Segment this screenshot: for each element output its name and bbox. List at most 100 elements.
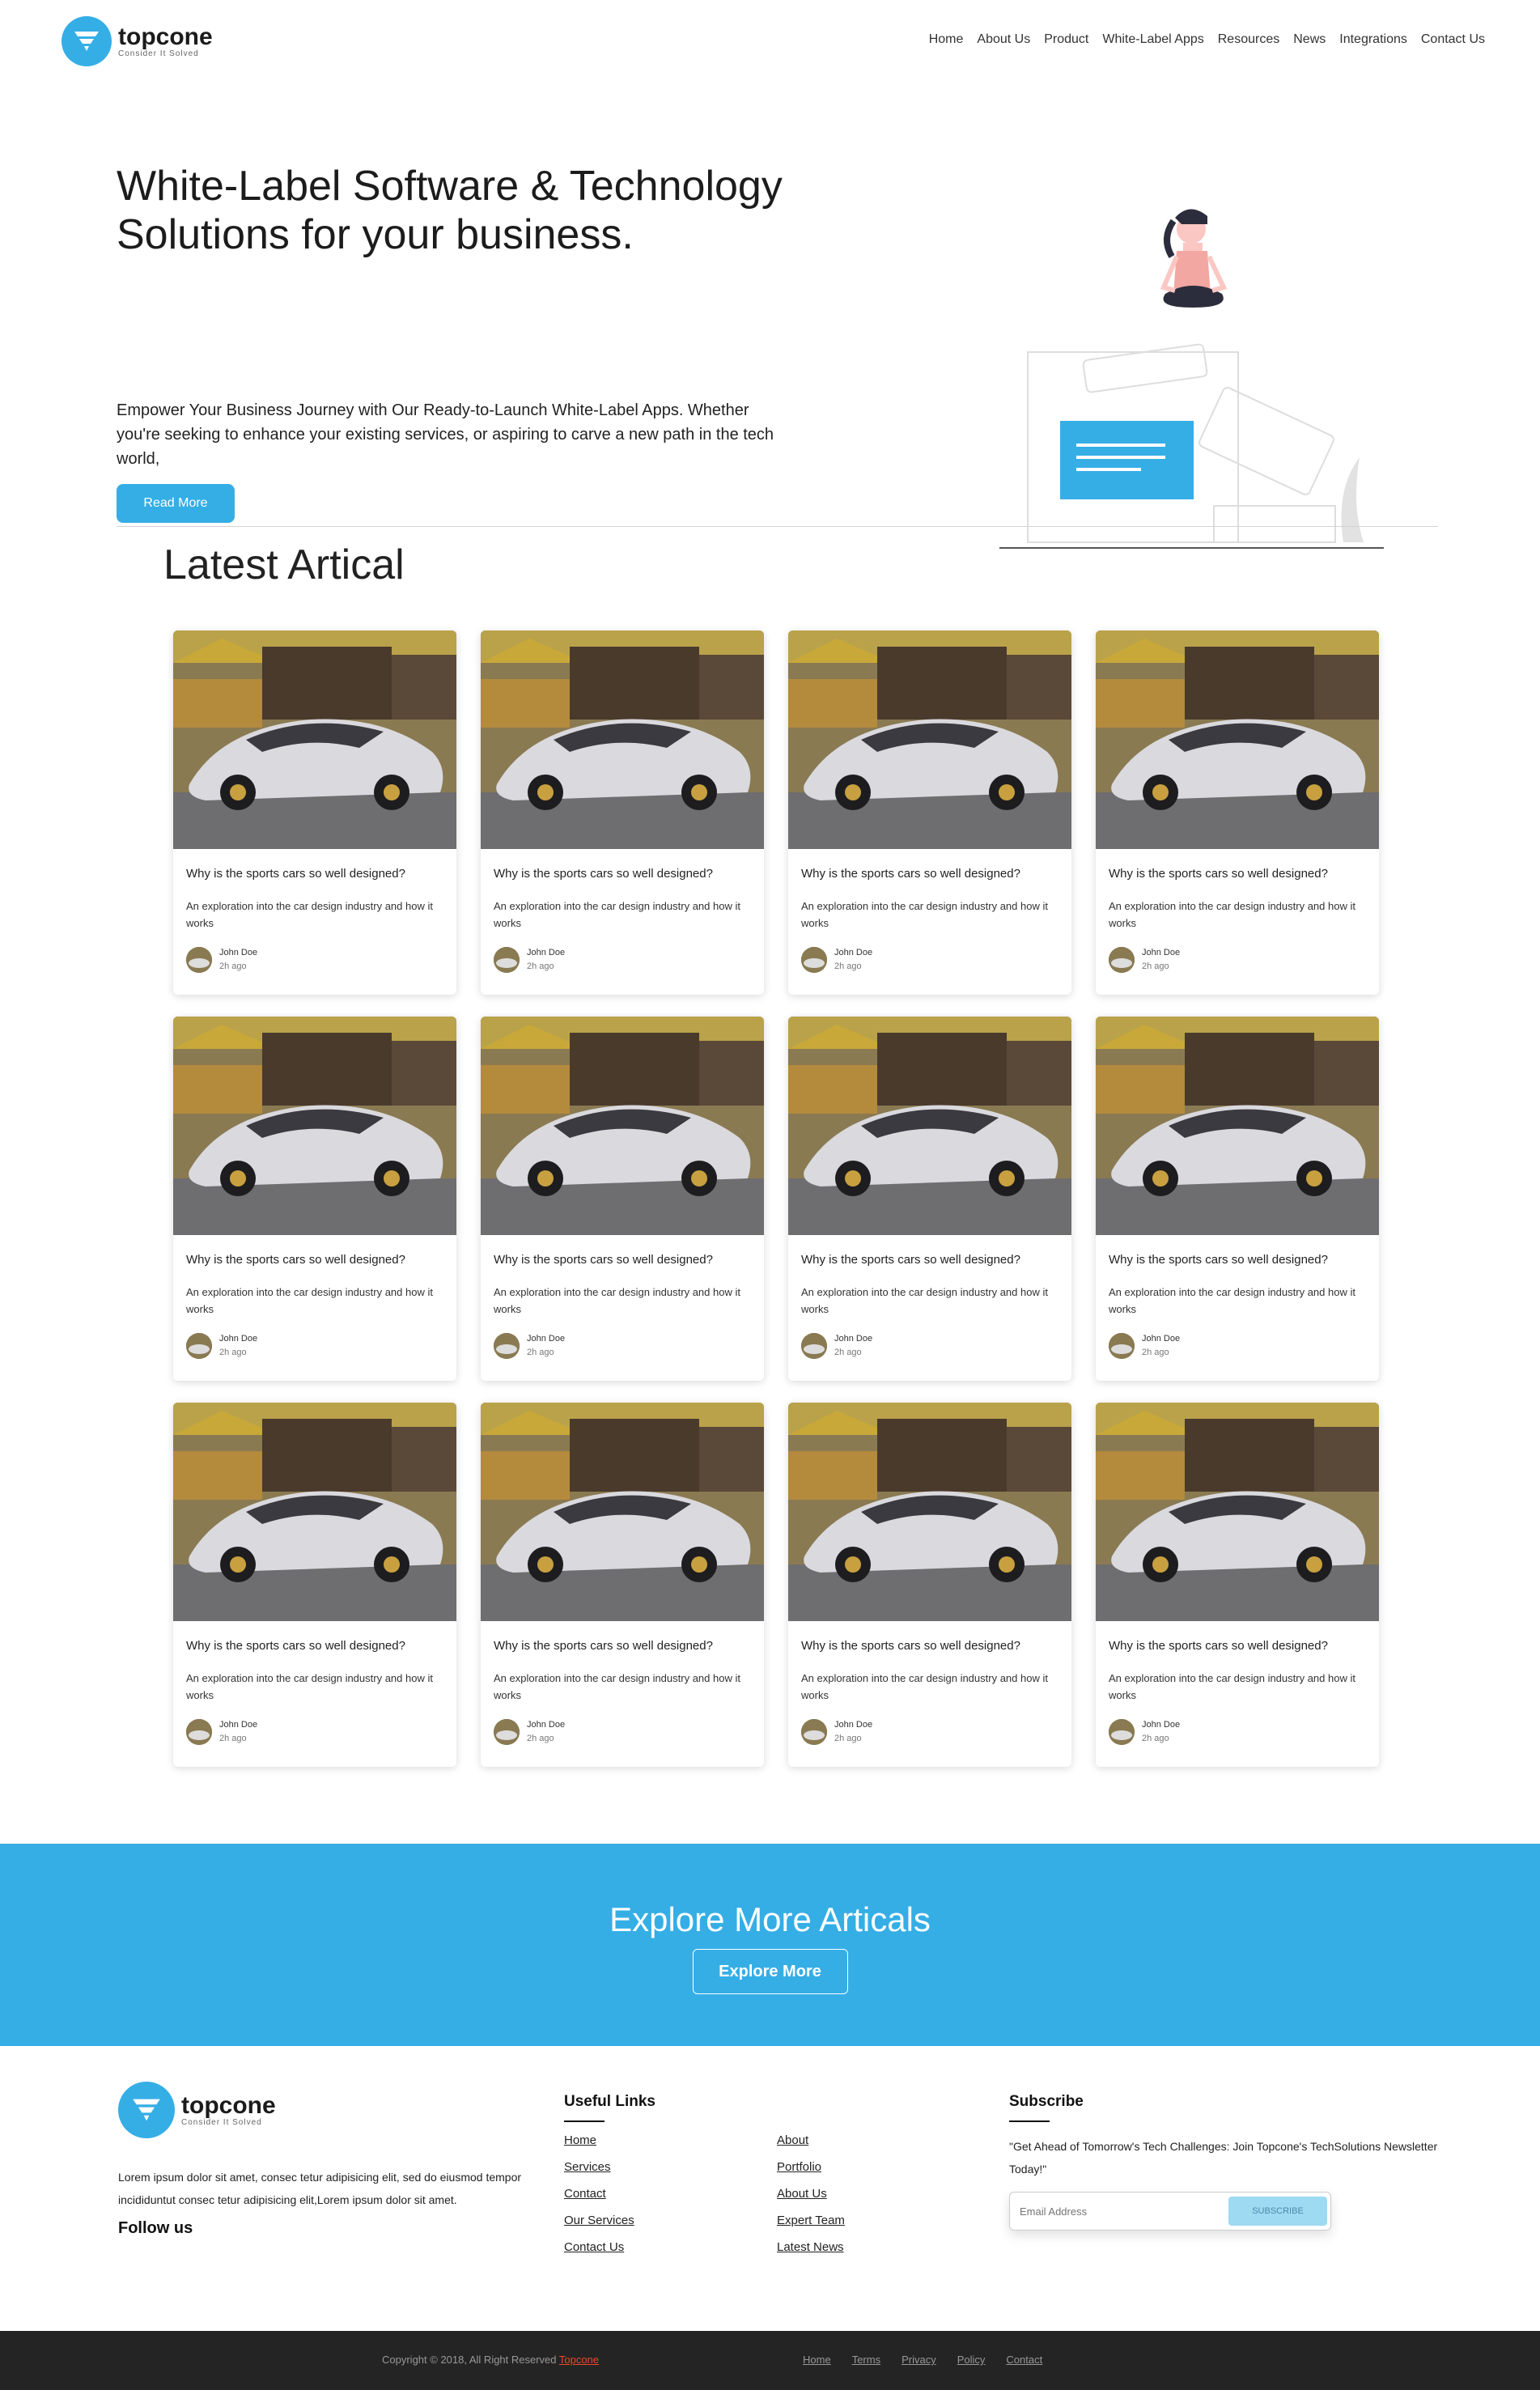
article-card[interactable]: Why is the sports cars so well designed?…: [481, 1017, 764, 1381]
article-title[interactable]: Why is the sports cars so well designed?: [494, 867, 713, 881]
footer-link-our-services[interactable]: Our Services: [564, 2214, 634, 2227]
article-grid: Why is the sports cars so well designed?…: [173, 630, 1379, 1767]
avatar: [186, 1719, 212, 1745]
brand-tagline: Consider It Solved: [118, 49, 199, 58]
bottom-link-policy[interactable]: Policy: [957, 2354, 986, 2366]
article-image[interactable]: [788, 630, 1071, 849]
article-title[interactable]: Why is the sports cars so well designed?: [186, 867, 405, 881]
article-card[interactable]: Why is the sports cars so well designed?…: [173, 1017, 456, 1381]
logo-icon: [118, 2082, 175, 2138]
useful-links-col-2: About Portfolio About Us Expert Team Lat…: [777, 2133, 845, 2254]
article-title[interactable]: Why is the sports cars so well designed?: [1109, 1253, 1328, 1267]
article-title[interactable]: Why is the sports cars so well designed?: [494, 1639, 713, 1653]
explore-more-button[interactable]: Explore More: [692, 1949, 848, 1994]
nav-integrations[interactable]: Integrations: [1339, 32, 1407, 47]
article-card[interactable]: Why is the sports cars so well designed?…: [788, 630, 1071, 995]
article-title[interactable]: Why is the sports cars so well designed?: [1109, 867, 1328, 881]
post-time: 2h ago: [527, 1348, 554, 1357]
site-logo[interactable]: topcone Consider It Solved: [62, 16, 213, 66]
article-description: An exploration into the car design indus…: [186, 1286, 433, 1315]
footer-link-services[interactable]: Services: [564, 2160, 634, 2174]
article-card[interactable]: Why is the sports cars so well designed?…: [1096, 630, 1379, 995]
avatar: [186, 947, 212, 973]
nav-contact-us[interactable]: Contact Us: [1421, 32, 1485, 47]
email-input[interactable]: [1020, 2202, 1222, 2220]
avatar: [494, 947, 520, 973]
article-image[interactable]: [173, 1017, 456, 1235]
article-card[interactable]: Why is the sports cars so well designed?…: [788, 1403, 1071, 1767]
article-title[interactable]: Why is the sports cars so well designed?: [801, 1639, 1020, 1653]
avatar: [1109, 1333, 1135, 1359]
article-image[interactable]: [788, 1403, 1071, 1621]
article-image[interactable]: [481, 630, 764, 849]
footer-logo[interactable]: topcone Consider It Solved: [118, 2082, 276, 2138]
footer-brand-name: topcone: [181, 2091, 276, 2119]
hero-title: White-Label Software & Technology Soluti…: [117, 163, 783, 258]
bottom-link-contact[interactable]: Contact: [1006, 2354, 1042, 2366]
site-header: topcone Consider It Solved Home About Us…: [0, 0, 1540, 81]
article-card[interactable]: Why is the sports cars so well designed?…: [481, 630, 764, 995]
article-description: An exploration into the car design indus…: [494, 1672, 740, 1701]
copyright-brand-link[interactable]: Topcone: [559, 2354, 599, 2366]
section-divider: [117, 526, 1438, 527]
article-card[interactable]: Why is the sports cars so well designed?…: [173, 1403, 456, 1767]
author-name: John Doe: [1142, 948, 1181, 957]
article-image[interactable]: [173, 1403, 456, 1621]
footer-link-about-us[interactable]: About Us: [777, 2187, 845, 2201]
article-title[interactable]: Why is the sports cars so well designed?: [1109, 1639, 1328, 1653]
article-title[interactable]: Why is the sports cars so well designed?: [186, 1639, 405, 1653]
article-image[interactable]: [1096, 630, 1379, 849]
footer-brand-tagline: Consider It Solved: [181, 2117, 262, 2127]
bottom-link-terms[interactable]: Terms: [852, 2354, 880, 2366]
bottom-bar: Copyright © 2018, All Right Reserved Top…: [0, 2331, 1540, 2390]
hero-text: Empower Your Business Journey with Our R…: [117, 401, 774, 468]
article-title[interactable]: Why is the sports cars so well designed?: [801, 867, 1020, 881]
subscribe-button[interactable]: SUBSCRIBE: [1228, 2197, 1327, 2226]
avatar: [186, 1333, 212, 1359]
footer-link-contact[interactable]: Contact: [564, 2187, 634, 2201]
nav-home[interactable]: Home: [929, 32, 964, 47]
article-image[interactable]: [173, 630, 456, 849]
article-card[interactable]: Why is the sports cars so well designed?…: [481, 1403, 764, 1767]
article-description: An exploration into the car design indus…: [801, 900, 1048, 929]
nav-news[interactable]: News: [1293, 32, 1326, 47]
article-card[interactable]: Why is the sports cars so well designed?…: [1096, 1017, 1379, 1381]
footer-link-about[interactable]: About: [777, 2133, 845, 2147]
article-author: John Doe 2h ago: [1109, 1718, 1180, 1746]
read-more-button[interactable]: Read More: [117, 484, 235, 523]
bottom-links: Home Terms Privacy Policy Contact: [803, 2354, 1042, 2366]
article-image[interactable]: [1096, 1017, 1379, 1235]
article-image[interactable]: [481, 1017, 764, 1235]
nav-white-label-apps[interactable]: White-Label Apps: [1102, 32, 1203, 47]
avatar: [801, 947, 827, 973]
nav-about-us[interactable]: About Us: [977, 32, 1030, 47]
article-image[interactable]: [788, 1017, 1071, 1235]
author-name: John Doe: [834, 1720, 873, 1730]
article-image[interactable]: [481, 1403, 764, 1621]
footer-link-latest-news[interactable]: Latest News: [777, 2240, 845, 2254]
main-nav: Home About Us Product White-Label Apps R…: [929, 32, 1485, 47]
post-time: 2h ago: [1142, 1734, 1169, 1743]
article-image[interactable]: [1096, 1403, 1379, 1621]
article-title[interactable]: Why is the sports cars so well designed?: [494, 1253, 713, 1267]
nav-resources[interactable]: Resources: [1218, 32, 1279, 47]
post-time: 2h ago: [527, 962, 554, 971]
nav-product[interactable]: Product: [1044, 32, 1088, 47]
article-card[interactable]: Why is the sports cars so well designed?…: [173, 630, 456, 995]
subscribe-form: SUBSCRIBE: [1009, 2192, 1331, 2231]
avatar: [1109, 1719, 1135, 1745]
footer-link-contact-us[interactable]: Contact Us: [564, 2240, 634, 2254]
footer-link-home[interactable]: Home: [564, 2133, 634, 2147]
bottom-link-privacy[interactable]: Privacy: [902, 2354, 936, 2366]
bottom-link-home[interactable]: Home: [803, 2354, 831, 2366]
article-card[interactable]: Why is the sports cars so well designed?…: [788, 1017, 1071, 1381]
article-title[interactable]: Why is the sports cars so well designed?: [186, 1253, 405, 1267]
article-title[interactable]: Why is the sports cars so well designed?: [801, 1253, 1020, 1267]
footer-link-portfolio[interactable]: Portfolio: [777, 2160, 845, 2174]
hero-section: White-Label Software & Technology Soluti…: [0, 81, 1540, 549]
article-author: John Doe 2h ago: [1109, 1332, 1180, 1360]
article-card[interactable]: Why is the sports cars so well designed?…: [1096, 1403, 1379, 1767]
useful-links-heading: Useful Links: [564, 2093, 655, 2122]
footer-link-expert-team[interactable]: Expert Team: [777, 2214, 845, 2227]
brand-name: topcone: [118, 23, 213, 50]
